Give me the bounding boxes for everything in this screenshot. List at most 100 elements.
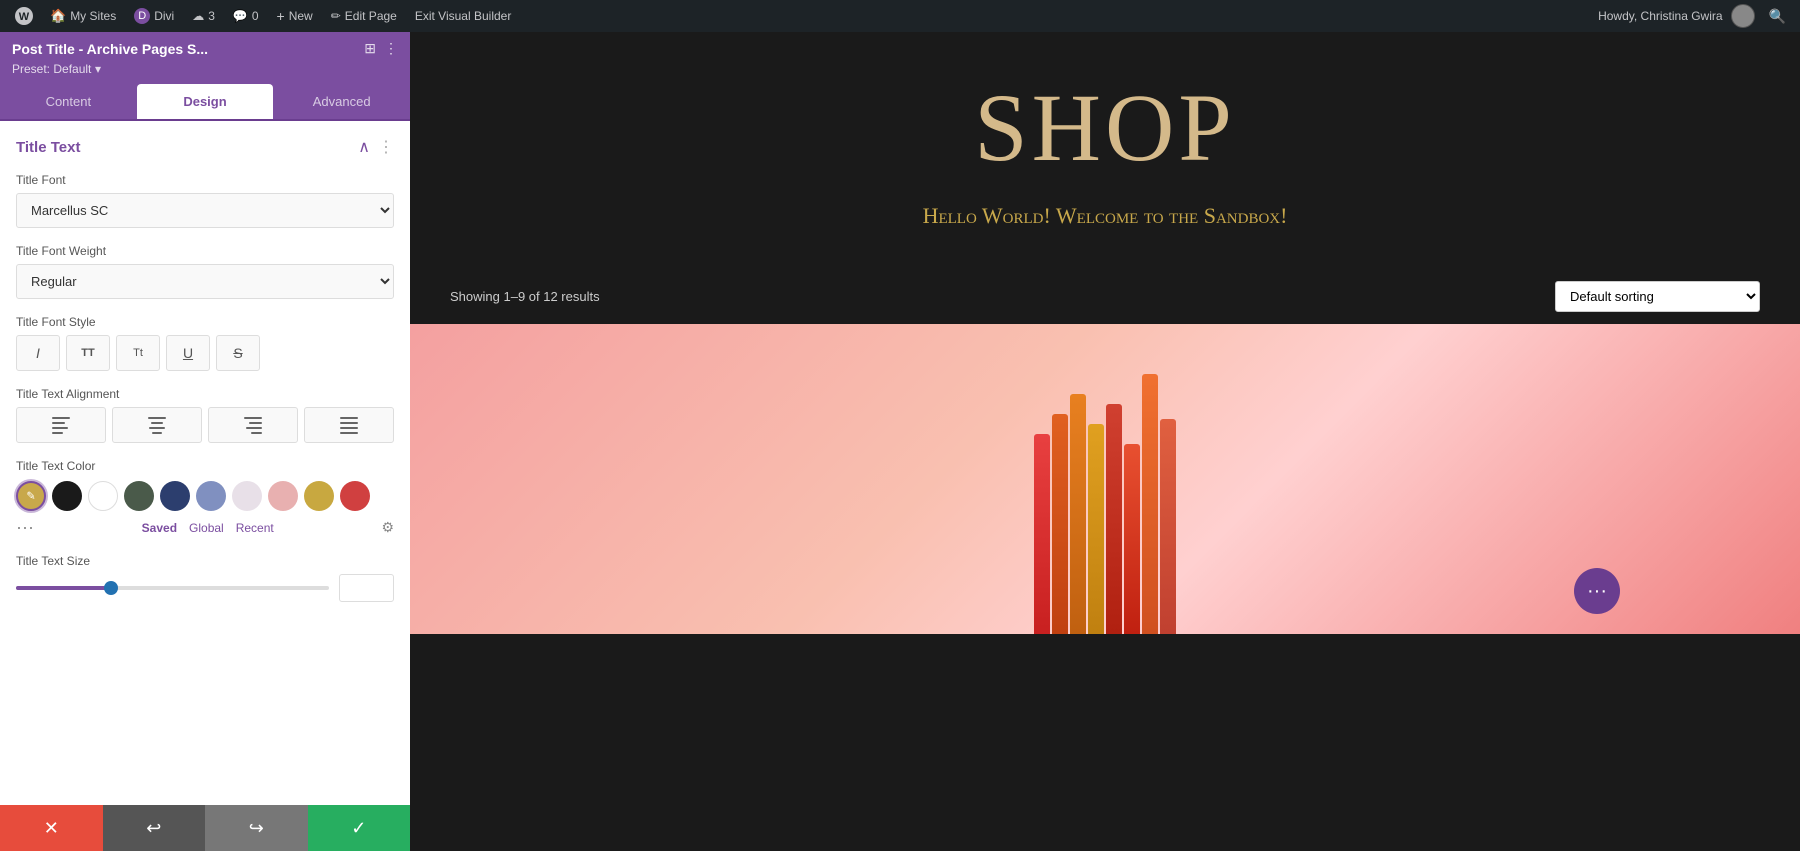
color-tab-saved[interactable]: Saved [142,521,177,535]
pencil-salmon [1160,419,1176,634]
align-left-button[interactable] [16,407,106,443]
title-font-weight-field: Title Font Weight Regular Bold Light Med… [16,244,394,299]
howdy-text: Howdy, Christina Gwira [1598,9,1722,23]
title-font-label: Title Font [16,173,394,187]
color-swatch-pink[interactable] [268,481,298,511]
admin-bar-edit-page[interactable]: ✏ Edit Page [323,0,405,32]
align-justify-button[interactable] [304,407,394,443]
color-more-dots[interactable]: ··· [16,517,34,538]
tab-content[interactable]: Content [0,84,137,119]
pencil-red2 [1124,444,1140,634]
align-center-icon [148,417,166,434]
panel-menu-icon[interactable]: ⋮ [384,40,398,57]
admin-bar-cloud[interactable]: ☁ 3 [184,0,223,32]
product-image-area: ··· [410,324,1800,634]
shop-title: SHOP [430,72,1780,183]
title-text-size-label: Title Text Size [16,554,394,568]
title-size-input[interactable]: 30px [339,574,394,602]
color-tab-global[interactable]: Global [189,521,224,535]
section-more-button[interactable]: ⋮ [378,137,394,157]
undo-button[interactable]: ↩ [103,805,206,851]
font-style-uppercase[interactable]: TT [66,335,110,371]
color-swatch-dark-green[interactable] [124,481,154,511]
color-swatch-navy[interactable] [160,481,190,511]
font-style-italic[interactable]: I [16,335,60,371]
admin-bar-comments[interactable]: 💬 0 [225,0,267,32]
admin-bar-new[interactable]: + New [269,0,321,32]
title-text-alignment-field: Title Text Alignment [16,387,394,443]
title-size-slider-track[interactable] [16,586,329,590]
color-swatch-lavender[interactable] [232,481,262,511]
title-font-weight-select[interactable]: Regular Bold Light Medium [16,264,394,299]
align-left-icon [52,417,70,434]
title-text-color-label: Title Text Color [16,459,394,473]
admin-bar-mysites[interactable]: 🏠 My Sites [42,0,124,32]
color-swatch-red[interactable] [340,481,370,511]
tab-advanced[interactable]: Advanced [273,84,410,119]
color-tab-recent[interactable]: Recent [236,521,274,535]
redo-button[interactable]: ↪ [205,805,308,851]
undo-icon: ↩ [146,818,161,839]
panel-title: Post Title - Archive Pages S... [12,41,208,57]
color-tabs-row: ··· Saved Global Recent ⚙ [16,517,394,538]
floating-dots-icon: ··· [1587,580,1607,603]
pencil-deep-orange [1142,374,1158,634]
admin-bar-right: Howdy, Christina Gwira 🔍 [1598,4,1792,28]
font-style-strikethrough[interactable]: S [216,335,260,371]
panel-preset[interactable]: Preset: Default ▾ [12,61,398,76]
title-font-select[interactable]: Marcellus SC Open Sans Roboto Georgia [16,193,394,228]
title-font-style-field: Title Font Style I TT Tt U S [16,315,394,371]
cancel-icon: ✕ [44,818,59,839]
color-swatch-black[interactable] [52,481,82,511]
section-collapse-button[interactable]: ∧ [358,137,370,157]
wp-logo-item[interactable]: W [8,0,40,32]
shop-subtitle: Hello World! Welcome to the Sandbox! [430,203,1780,229]
sorting-select[interactable]: Default sorting Sort by popularity Sort … [1555,281,1760,312]
slider-thumb[interactable] [104,581,118,595]
admin-bar-exit-builder[interactable]: Exit Visual Builder [407,0,520,32]
save-icon: ✓ [351,818,366,839]
shop-meta: Showing 1–9 of 12 results Default sortin… [410,269,1800,324]
title-text-alignment-label: Title Text Alignment [16,387,394,401]
admin-bar-divi[interactable]: D Divi [126,0,182,32]
align-right-icon [244,417,262,434]
color-swatch-slate[interactable] [196,481,226,511]
section-header: Title Text ∧ ⋮ [16,137,394,157]
panel-header: Post Title - Archive Pages S... ⊞ ⋮ Pres… [0,32,410,84]
color-settings-button[interactable]: ⚙ [381,519,394,536]
title-text-color-field: Title Text Color ··· Saved [16,459,394,538]
preview-panel: SHOP Hello World! Welcome to the Sandbox… [410,32,1800,851]
cancel-button[interactable]: ✕ [0,805,103,851]
svg-text:W: W [19,11,30,23]
tab-design[interactable]: Design [137,84,274,119]
floating-action-button[interactable]: ··· [1574,568,1620,614]
color-swatch-white[interactable] [88,481,118,511]
panel-footer: ✕ ↩ ↪ ✓ [0,805,410,851]
color-swatch-gold2[interactable] [304,481,334,511]
align-right-button[interactable] [208,407,298,443]
cloud-count: 3 [208,9,215,23]
title-font-field: Title Font Marcellus SC Open Sans Roboto… [16,173,394,228]
pencils-container [1034,324,1176,634]
section-title: Title Text [16,139,80,156]
pencil-amber [1070,394,1086,634]
color-tab-items: Saved Global Recent [142,521,274,535]
panel-content: Title Text ∧ ⋮ Title Font Marcellus SC O… [0,121,410,805]
exit-builder-label: Exit Visual Builder [415,9,512,23]
user-avatar[interactable] [1731,4,1755,28]
font-style-underline[interactable]: U [166,335,210,371]
color-swatch-gold-selected[interactable] [16,481,46,511]
slider-row: 30px [16,574,394,602]
my-sites-label: My Sites [70,9,116,23]
divi-label: Divi [154,9,174,23]
font-style-capitalize[interactable]: Tt [116,335,160,371]
wp-logo-icon: W [14,6,34,26]
align-center-button[interactable] [112,407,202,443]
new-label: New [289,9,313,23]
panel-title-row: Post Title - Archive Pages S... ⊞ ⋮ [12,40,398,57]
comment-count: 0 [252,9,259,23]
search-icon[interactable]: 🔍 [1763,8,1792,25]
panel-tabs: Content Design Advanced [0,84,410,121]
save-button[interactable]: ✓ [308,805,411,851]
panel-grid-icon[interactable]: ⊞ [364,40,376,57]
